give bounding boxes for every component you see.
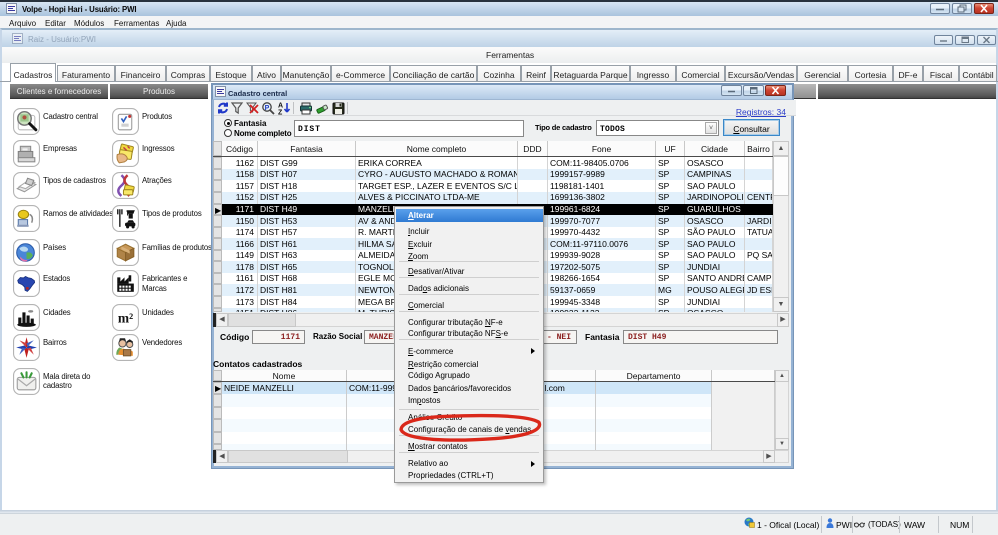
svg-text:P: P [265, 105, 270, 112]
svg-text:A: A [278, 103, 283, 110]
svg-text:Z: Z [278, 110, 283, 116]
svg-text:m²: m² [118, 310, 133, 325]
